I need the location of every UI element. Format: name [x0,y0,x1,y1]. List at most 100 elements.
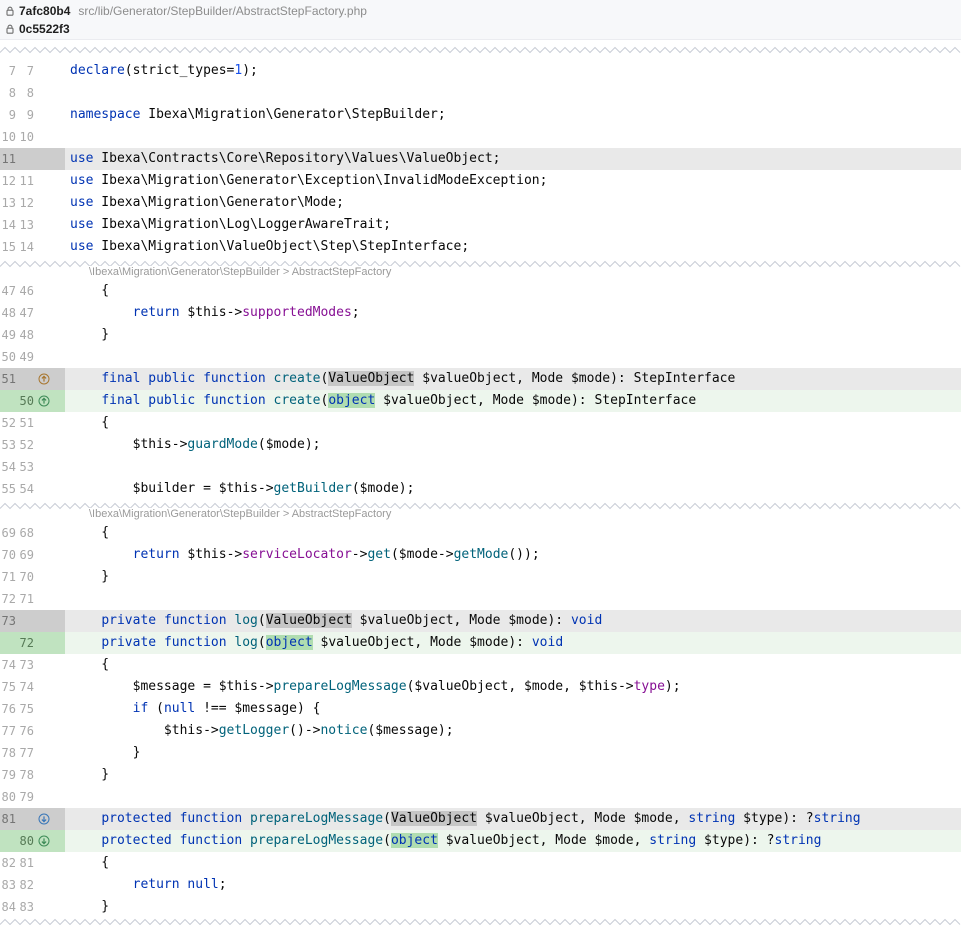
new-line-number: 80 [18,830,35,852]
old-line-number: 80 [0,786,18,808]
diff-row: 72 private function log(object $valueObj… [0,632,961,654]
code-line [65,588,961,610]
gutter-spacer [35,566,65,588]
diff-row: 7473 { [0,654,961,676]
old-line-number: 72 [0,588,18,610]
gutter-spacer [35,896,65,918]
revision-new: 0c5522f3 [19,22,70,36]
diff-row: 1514use Ibexa\Migration\ValueObject\Step… [0,236,961,258]
new-line-number: 7 [18,60,35,82]
gutter-spacer [35,610,65,632]
collapsed-region-separator[interactable] [0,918,961,924]
new-line-number: 51 [18,412,35,434]
new-line-number: 53 [18,456,35,478]
override-method-icon[interactable] [35,368,65,390]
overridden-method-icon[interactable] [35,808,65,830]
code-line [65,126,961,148]
new-line-number: 69 [18,544,35,566]
lock-icon [4,24,16,35]
diff-body[interactable]: 77 declare(strict_types=1);8899namespace … [0,40,961,924]
diff-row: 73 private function log(ValueObject $val… [0,610,961,632]
revision-row-new: 0c5522f3 [0,20,961,38]
old-line-number: 84 [0,896,18,918]
old-line-number [0,632,18,654]
code-line: protected function prepareLogMessage(obj… [65,830,961,852]
diff-row: 88 [0,82,961,104]
old-line-number: 47 [0,280,18,302]
diff-row: 8483 } [0,896,961,918]
gutter-spacer [35,434,65,456]
old-line-number: 69 [0,522,18,544]
new-line-number: 77 [18,742,35,764]
diff-row: 7978 } [0,764,961,786]
code-line: declare(strict_types=1); [65,60,961,82]
gutter-spacer [35,412,65,434]
gutter-spacer [35,302,65,324]
old-line-number: 70 [0,544,18,566]
old-line-number [0,390,18,412]
code-line: { [65,654,961,676]
new-line-number: 11 [18,170,35,192]
code-line [65,82,961,104]
new-line-number: 81 [18,852,35,874]
collapsed-region-label: \Ibexa\Migration\Generator\StepBuilder >… [85,266,395,278]
collapsed-region-separator[interactable]: \Ibexa\Migration\Generator\StepBuilder >… [0,500,961,522]
old-line-number: 79 [0,764,18,786]
code-line: return $this->supportedModes; [65,302,961,324]
diff-row: 7069 return $this->serviceLocator->get($… [0,544,961,566]
gutter-spacer [35,874,65,896]
diff-row: 99namespace Ibexa\Migration\Generator\St… [0,104,961,126]
new-line-number: 79 [18,786,35,808]
code-line: { [65,852,961,874]
gutter-spacer [35,126,65,148]
diff-row: 5453 [0,456,961,478]
diff-row: 7170 } [0,566,961,588]
gutter-spacer [35,478,65,500]
old-line-number: 50 [0,346,18,368]
code-line [65,346,961,368]
diff-row: 4948 } [0,324,961,346]
code-line [65,456,961,478]
new-line-number: 52 [18,434,35,456]
code-line: { [65,280,961,302]
new-line-number: 49 [18,346,35,368]
new-line-number: 75 [18,698,35,720]
old-line-number: 8 [0,82,18,104]
code-line: } [65,896,961,918]
code-line: $builder = $this->getBuilder($mode); [65,478,961,500]
old-line-number: 75 [0,676,18,698]
new-line-number: 13 [18,214,35,236]
new-line-number: 14 [18,236,35,258]
diff-row: 51 final public function create(ValueObj… [0,368,961,390]
collapsed-region-separator[interactable]: \Ibexa\Migration\Generator\StepBuilder >… [0,258,961,280]
code-line: final public function create(ValueObject… [65,368,961,390]
gutter-spacer [35,786,65,808]
overridden-method-icon[interactable] [35,830,65,852]
code-line: } [65,742,961,764]
code-line: use Ibexa\Migration\ValueObject\Step\Ste… [65,236,961,258]
new-line-number: 82 [18,874,35,896]
new-line-number: 72 [18,632,35,654]
old-line-number: 54 [0,456,18,478]
diff-row: 77declare(strict_types=1); [0,60,961,82]
old-line-number: 9 [0,104,18,126]
old-line-number: 83 [0,874,18,896]
gutter-spacer [35,764,65,786]
override-method-icon[interactable] [35,390,65,412]
gutter-spacer [35,60,65,82]
gutter-spacer [35,192,65,214]
new-line-number: 48 [18,324,35,346]
old-line-number: 49 [0,324,18,346]
code-line: private function log(ValueObject $valueO… [65,610,961,632]
collapsed-region-separator[interactable] [0,40,961,60]
diff-row: 7877 } [0,742,961,764]
old-line-number: 74 [0,654,18,676]
diff-row: 1211use Ibexa\Migration\Generator\Except… [0,170,961,192]
new-line-number: 73 [18,654,35,676]
new-line-number: 47 [18,302,35,324]
diff-row: 50 final public function create(object $… [0,390,961,412]
gutter-spacer [35,588,65,610]
gutter-spacer [35,148,65,170]
revision-old: 7afc80b4 [19,4,70,18]
old-line-number: 81 [0,808,18,830]
